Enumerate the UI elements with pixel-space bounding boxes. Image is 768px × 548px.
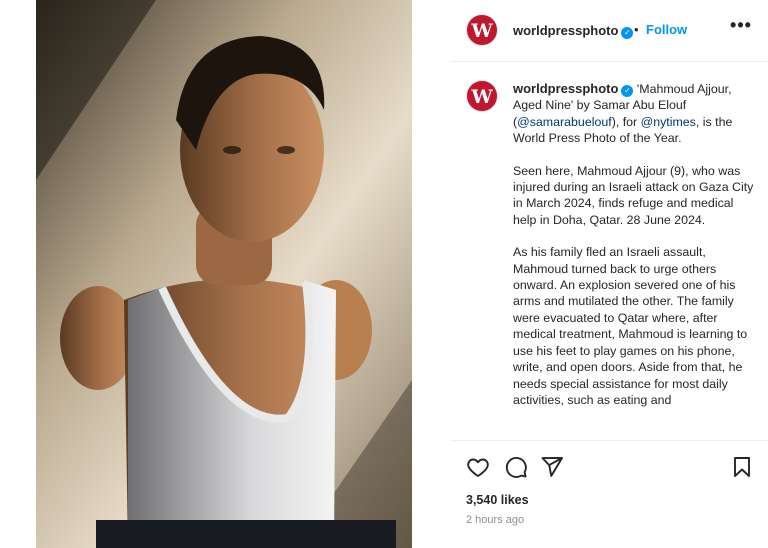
post-caption: worldpressphoto ✓ 'Mahmoud Ajjour, Aged N…: [513, 81, 757, 437]
heart-icon[interactable]: [466, 455, 490, 479]
caption-paragraph-1: worldpressphoto ✓ 'Mahmoud Ajjour, Aged N…: [513, 81, 757, 147]
post-photo[interactable]: [36, 0, 412, 548]
more-options-icon[interactable]: •••: [730, 16, 752, 38]
header-username-row: worldpressphoto ✓: [513, 22, 634, 40]
post-header: W worldpressphoto ✓ • Follow •••: [450, 0, 768, 62]
portrait-illustration: [36, 0, 412, 548]
post-side-panel: W worldpressphoto ✓ • Follow ••• W worldp…: [450, 0, 768, 548]
post-timestamp[interactable]: 2 hours ago: [466, 514, 524, 526]
caption-text: ), for: [611, 114, 641, 129]
bookmark-icon[interactable]: [730, 455, 754, 479]
comment-icon[interactable]: [504, 455, 528, 479]
share-icon[interactable]: [540, 455, 564, 479]
avatar[interactable]: W: [466, 14, 498, 46]
separator-dot: •: [634, 22, 639, 37]
likes-count[interactable]: 3,540 likes: [466, 493, 529, 507]
action-bar: 3,540 likes 2 hours ago: [450, 440, 768, 548]
caption-paragraph-2: Seen here, Mahmoud Ajjour (9), who was i…: [513, 163, 754, 227]
follow-button[interactable]: Follow: [646, 22, 687, 37]
verified-badge-icon: ✓: [621, 27, 634, 39]
username-link[interactable]: worldpressphoto: [513, 23, 618, 38]
mention-link[interactable]: @nytimes: [641, 115, 696, 129]
verified-badge-icon: ✓: [621, 85, 634, 97]
caption-paragraph-3: As his family fled an Israeli assault, M…: [513, 245, 748, 407]
caption-avatar[interactable]: W: [466, 80, 498, 112]
caption-username-link[interactable]: worldpressphoto: [513, 81, 618, 96]
mention-link[interactable]: @samarabuelouf: [517, 115, 612, 129]
